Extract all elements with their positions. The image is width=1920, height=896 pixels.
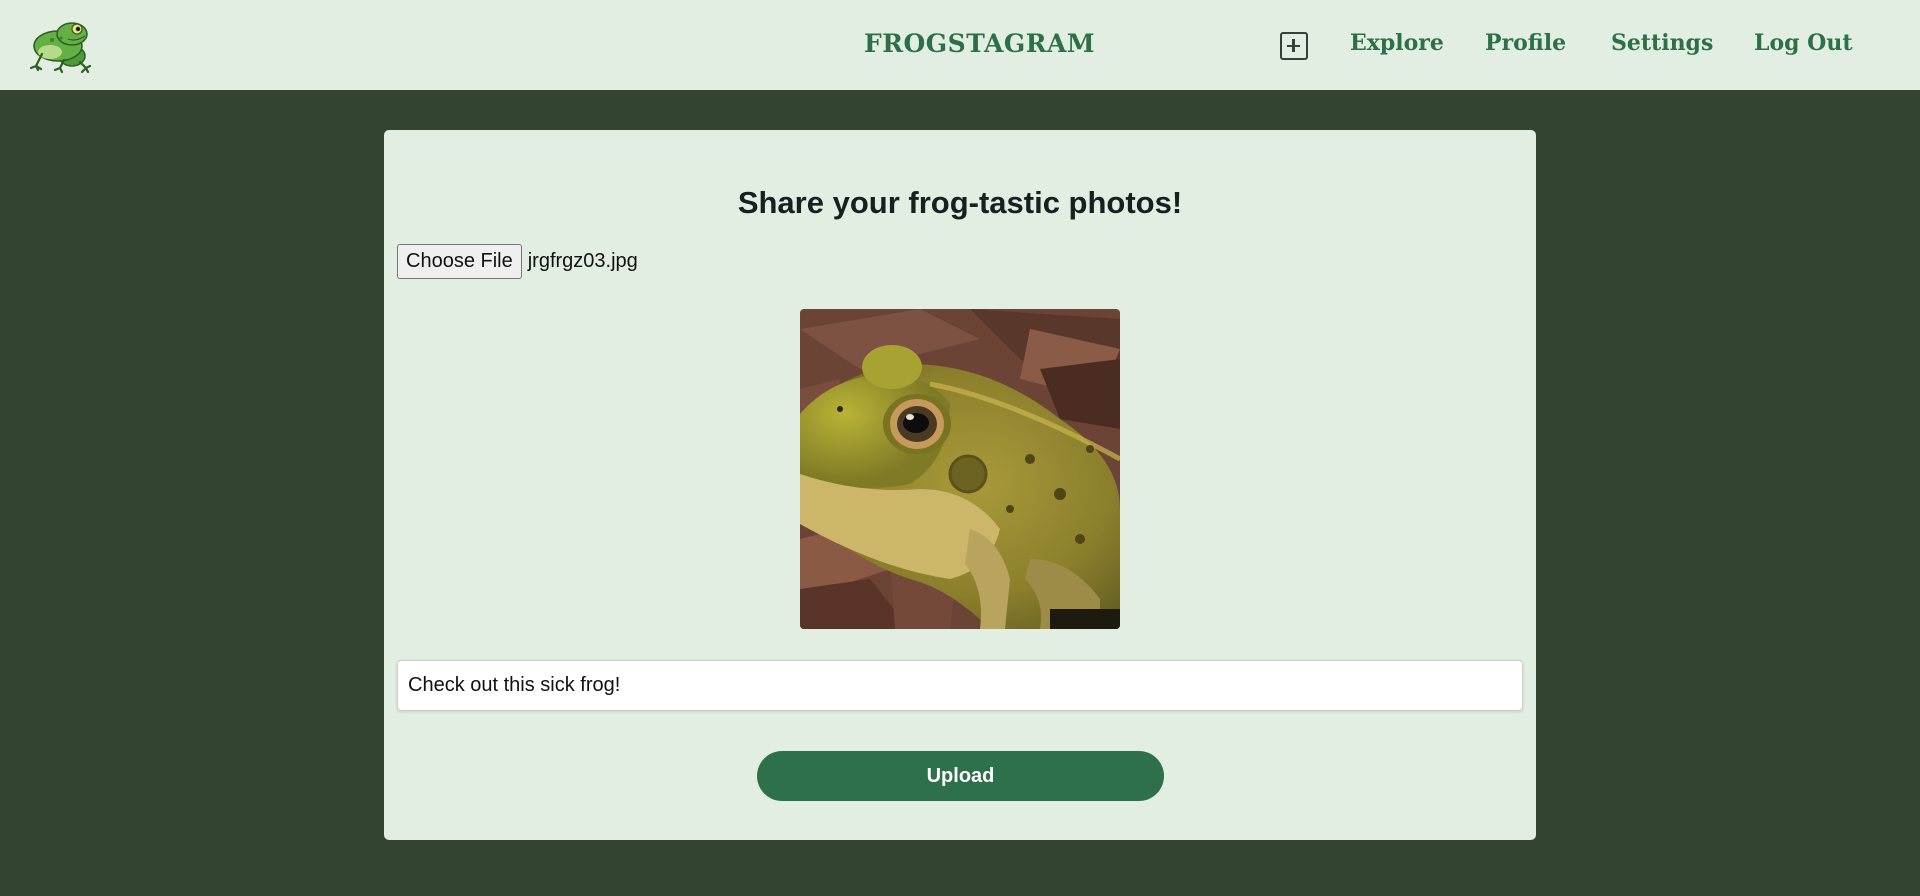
upload-button[interactable]: Upload [757, 751, 1164, 801]
upload-title: Share your frog-tastic photos! [737, 185, 1183, 220]
file-picker: Choose File jrgfrgz03.jpg [397, 244, 638, 279]
nav-link-log-out[interactable]: Log Out [1754, 30, 1853, 56]
choose-file-button[interactable]: Choose File [397, 244, 522, 279]
frog-logo-icon[interactable] [28, 16, 92, 74]
selected-file-name: jrgfrgz03.jpg [527, 250, 638, 272]
nav-link-explore[interactable]: Explore [1350, 30, 1444, 56]
nav-link-settings[interactable]: Settings [1611, 30, 1713, 56]
brand-title: FROGSTAGRAM [864, 29, 1096, 58]
nav-link-profile[interactable]: Profile [1485, 30, 1566, 56]
plus-square-icon[interactable] [1280, 32, 1308, 60]
upload-card: Share your frog-tastic photos! Choose Fi… [384, 130, 1536, 840]
navbar: FROGSTAGRAM Explore Profile Settings Log… [0, 0, 1920, 90]
frog-photo-preview [800, 309, 1120, 629]
caption-input[interactable] [397, 660, 1523, 711]
